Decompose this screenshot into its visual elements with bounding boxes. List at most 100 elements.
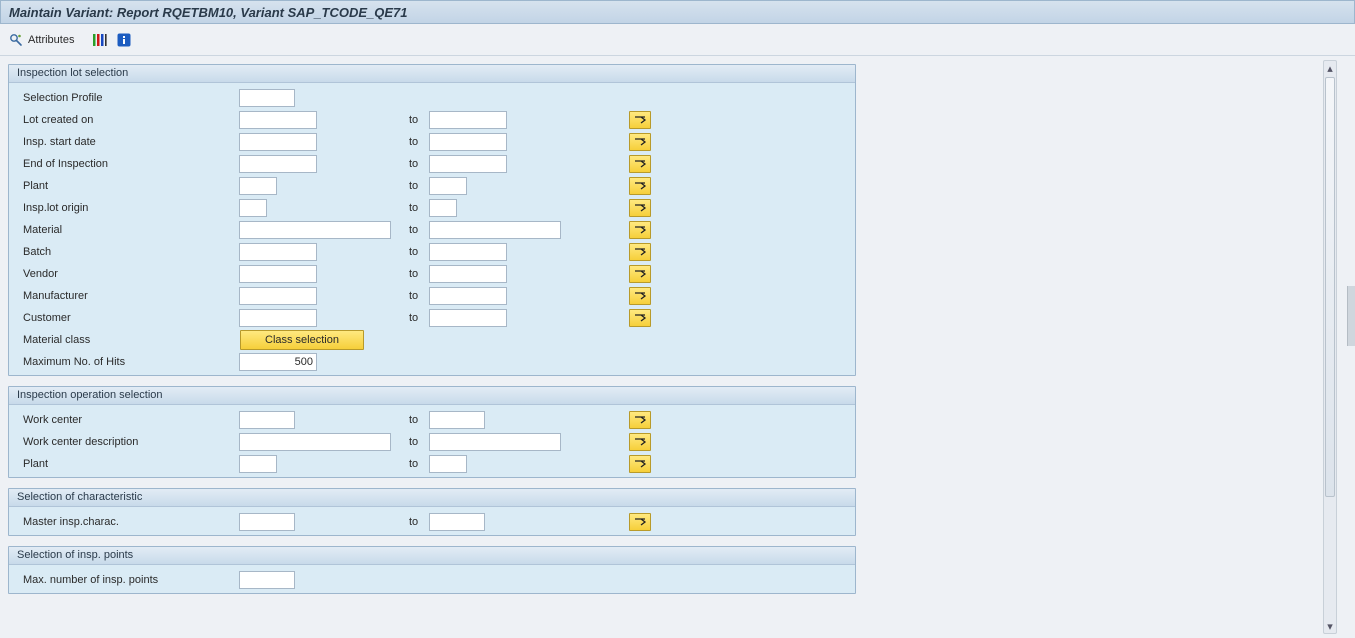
manufacturer-to-input[interactable] — [429, 287, 507, 305]
row-material: Material to — [9, 219, 855, 241]
more-selection-button[interactable] — [629, 111, 651, 129]
scroll-up-arrow-icon[interactable]: ▴ — [1324, 61, 1336, 75]
wc-desc-to-input[interactable] — [429, 433, 561, 451]
attributes-button[interactable]: Attributes — [8, 32, 74, 48]
plant-to-input[interactable] — [429, 177, 467, 195]
plant-op-to-input[interactable] — [429, 455, 467, 473]
more-selection-button[interactable] — [629, 455, 651, 473]
insp-start-from-input[interactable] — [239, 133, 317, 151]
lot-created-from-input[interactable] — [239, 111, 317, 129]
more-selection-button[interactable] — [629, 287, 651, 305]
more-selection-button[interactable] — [629, 199, 651, 217]
more-selection-button[interactable] — [629, 155, 651, 173]
vendor-to-input[interactable] — [429, 265, 507, 283]
end-insp-to-input[interactable] — [429, 155, 507, 173]
to-label: to — [409, 246, 429, 258]
plant-op-from-input[interactable] — [239, 455, 277, 473]
origin-from-input[interactable] — [239, 199, 267, 217]
more-selection-button[interactable] — [629, 177, 651, 195]
more-selection-button[interactable] — [629, 221, 651, 239]
scroll-thumb[interactable] — [1325, 77, 1335, 497]
end-insp-from-input[interactable] — [239, 155, 317, 173]
master-charac-to-input[interactable] — [429, 513, 485, 531]
row-work-center-desc: Work center description to — [9, 431, 855, 453]
label: Plant — [9, 180, 239, 192]
more-selection-button[interactable] — [629, 513, 651, 531]
label: Selection Profile — [9, 92, 239, 104]
row-manufacturer: Manufacturer to — [9, 285, 855, 307]
material-to-input[interactable] — [429, 221, 561, 239]
group-inspection-operation-selection: Inspection operation selection Work cent… — [8, 386, 856, 478]
more-selection-button[interactable] — [629, 243, 651, 261]
row-selection-profile: Selection Profile — [9, 87, 855, 109]
label: Master insp.charac. — [9, 516, 239, 528]
label: Insp.lot origin — [9, 202, 239, 214]
label: Batch — [9, 246, 239, 258]
content-area: Inspection lot selection Selection Profi… — [0, 56, 1355, 638]
lot-created-to-input[interactable] — [429, 111, 507, 129]
customer-from-input[interactable] — [239, 309, 317, 327]
more-selection-button[interactable] — [629, 411, 651, 429]
insp-start-to-input[interactable] — [429, 133, 507, 151]
group-selection-of-characteristic: Selection of characteristic Master insp.… — [8, 488, 856, 536]
material-from-input[interactable] — [239, 221, 391, 239]
to-label: to — [409, 458, 429, 470]
row-max-insp-points: Max. number of insp. points — [9, 569, 855, 591]
row-max-hits: Maximum No. of Hits — [9, 351, 855, 373]
customer-to-input[interactable] — [429, 309, 507, 327]
label: Max. number of insp. points — [9, 574, 239, 586]
master-charac-from-input[interactable] — [239, 513, 295, 531]
scroll-down-arrow-icon[interactable]: ▾ — [1324, 619, 1336, 633]
row-vendor: Vendor to — [9, 263, 855, 285]
label: Maximum No. of Hits — [9, 356, 239, 368]
vertical-scrollbar[interactable]: ▴ ▾ — [1323, 60, 1337, 634]
max-hits-input[interactable] — [239, 353, 317, 371]
more-selection-button[interactable] — [629, 133, 651, 151]
row-material-class: Material class Class selection — [9, 329, 855, 351]
more-selection-button[interactable] — [629, 265, 651, 283]
selection-profile-input[interactable] — [239, 89, 295, 107]
to-label: to — [409, 414, 429, 426]
batch-from-input[interactable] — [239, 243, 317, 261]
row-insp-lot-origin: Insp.lot origin to — [9, 197, 855, 219]
window-scroll-grip[interactable] — [1347, 286, 1355, 346]
vendor-from-input[interactable] — [239, 265, 317, 283]
info-icon[interactable] — [116, 32, 132, 48]
origin-to-input[interactable] — [429, 199, 457, 217]
label: Vendor — [9, 268, 239, 280]
work-center-from-input[interactable] — [239, 411, 295, 429]
label: Material class — [9, 334, 239, 346]
more-selection-button[interactable] — [629, 433, 651, 451]
row-lot-created-on: Lot created on to — [9, 109, 855, 131]
plant-from-input[interactable] — [239, 177, 277, 195]
group-selection-of-insp-points: Selection of insp. points Max. number of… — [8, 546, 856, 594]
label: Plant — [9, 458, 239, 470]
group-header: Inspection operation selection — [9, 387, 855, 405]
to-label: to — [409, 180, 429, 192]
row-insp-start-date: Insp. start date to — [9, 131, 855, 153]
toolbar: Attributes — [0, 24, 1355, 56]
wc-desc-from-input[interactable] — [239, 433, 391, 451]
label: Work center — [9, 414, 239, 426]
group-header: Inspection lot selection — [9, 65, 855, 83]
manufacturer-from-input[interactable] — [239, 287, 317, 305]
group-header: Selection of insp. points — [9, 547, 855, 565]
selection-options-icon[interactable] — [92, 32, 108, 48]
class-selection-button[interactable]: Class selection — [240, 330, 364, 350]
row-customer: Customer to — [9, 307, 855, 329]
max-insp-points-input[interactable] — [239, 571, 295, 589]
row-plant-op: Plant to — [9, 453, 855, 475]
work-center-to-input[interactable] — [429, 411, 485, 429]
to-label: to — [409, 436, 429, 448]
label: Lot created on — [9, 114, 239, 126]
to-label: to — [409, 312, 429, 324]
window-title: Maintain Variant: Report RQETBM10, Varia… — [0, 0, 1355, 24]
row-batch: Batch to — [9, 241, 855, 263]
to-label: to — [409, 136, 429, 148]
to-label: to — [409, 202, 429, 214]
row-master-insp-charac: Master insp.charac. to — [9, 511, 855, 533]
more-selection-button[interactable] — [629, 309, 651, 327]
to-label: to — [409, 268, 429, 280]
label: Customer — [9, 312, 239, 324]
batch-to-input[interactable] — [429, 243, 507, 261]
